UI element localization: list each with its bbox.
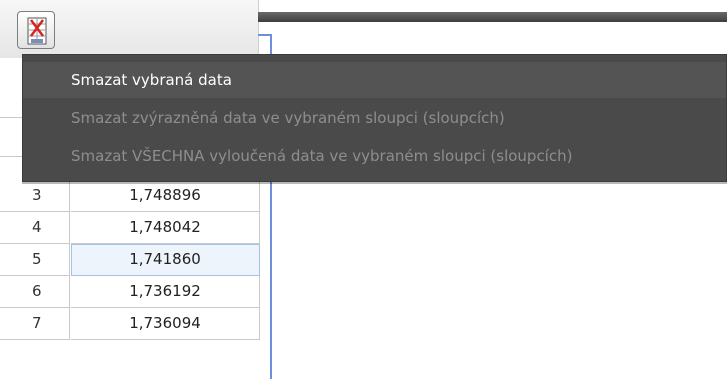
row-index: 4 bbox=[0, 212, 70, 244]
menu-item-delete-all-excluded: Smazat VŠECHNA vyloučená data ve vybrané… bbox=[71, 147, 573, 165]
context-menu: Smazat vybraná data Smazat zvýrazněná da… bbox=[22, 54, 727, 182]
delete-data-button[interactable] bbox=[17, 11, 55, 49]
menu-item-delete-selected[interactable]: Smazat vybraná data bbox=[23, 62, 726, 98]
data-cell[interactable]: 1,748042 bbox=[71, 212, 260, 244]
grid-line bbox=[0, 156, 22, 157]
grid-line bbox=[0, 117, 22, 118]
row-index: 6 bbox=[0, 276, 70, 308]
data-cell-selected[interactable]: 1,741860 bbox=[71, 244, 260, 276]
data-cell[interactable]: 1,748896 bbox=[71, 180, 260, 212]
menu-item-delete-highlighted: Smazat zvýrazněná data ve vybraném sloup… bbox=[71, 109, 505, 127]
data-cell[interactable]: 1,736192 bbox=[71, 276, 260, 308]
toolbar bbox=[0, 0, 259, 58]
row-index: 7 bbox=[0, 308, 70, 340]
title-bar bbox=[258, 12, 727, 22]
data-cell[interactable]: 1,736094 bbox=[71, 308, 260, 340]
row-index: 3 bbox=[0, 180, 70, 212]
row-index: 5 bbox=[0, 244, 70, 276]
delete-data-icon bbox=[27, 17, 47, 45]
